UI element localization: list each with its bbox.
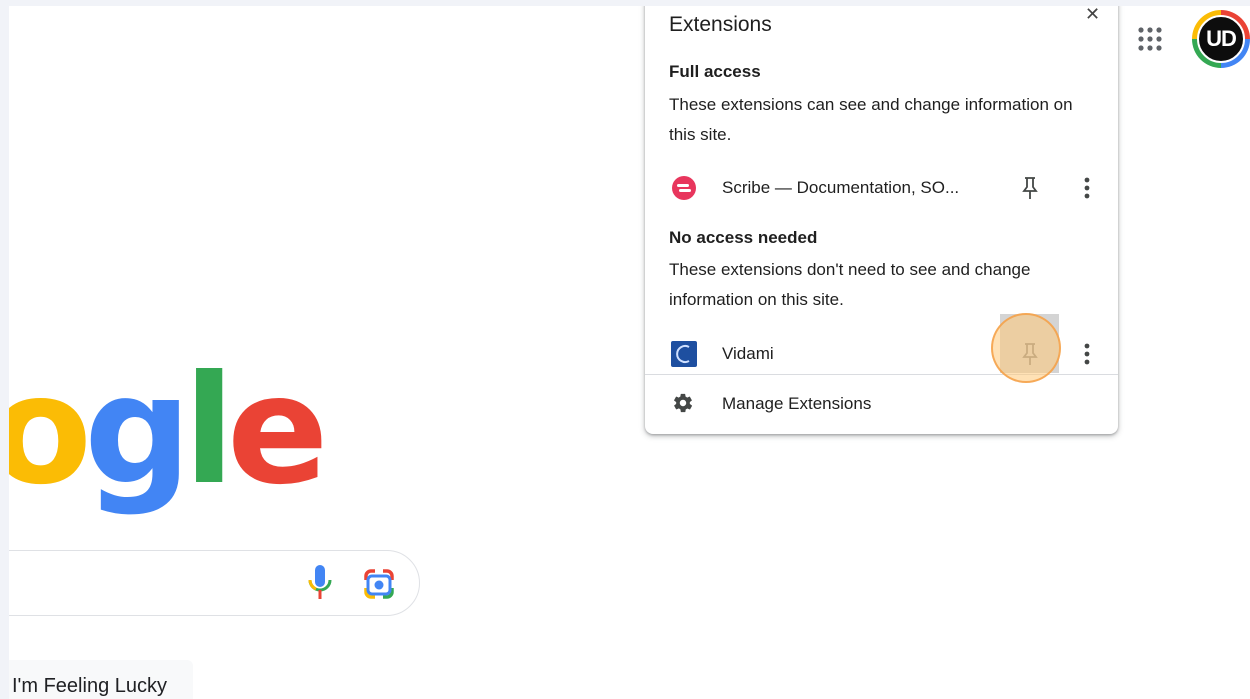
- logo-letter-o: o: [9, 344, 92, 518]
- gear-icon: [674, 393, 693, 413]
- extension-row-vidami[interactable]: Vidami: [645, 329, 1118, 379]
- no-access-heading: No access needed: [669, 228, 818, 247]
- extension-name: Scribe — Documentation, SO...: [722, 178, 960, 197]
- apps-grid-icon[interactable]: [1137, 26, 1163, 52]
- extension-row-scribe[interactable]: Scribe — Documentation, SO...: [645, 163, 1118, 213]
- logo-letter-e: e: [226, 344, 329, 518]
- more-options-icon[interactable]: [1077, 339, 1097, 369]
- feeling-lucky-button[interactable]: I'm Feeling Lucky: [9, 660, 193, 699]
- popup-title: Extensions: [669, 13, 772, 36]
- vidami-icon: [671, 341, 697, 367]
- close-icon[interactable]: ✕: [1085, 6, 1100, 25]
- google-lens-icon[interactable]: [363, 568, 395, 600]
- full-access-heading: Full access: [669, 62, 761, 81]
- scribe-icon: [672, 176, 696, 200]
- manage-extensions-label: Manage Extensions: [722, 394, 872, 413]
- extensions-popup: Extensions ✕ Full access These extension…: [645, 6, 1118, 434]
- no-access-description: These extensions don't need to see and c…: [669, 260, 1031, 309]
- account-avatar[interactable]: UD: [1192, 10, 1250, 68]
- extension-name: Vidami: [722, 344, 774, 363]
- pin-icon[interactable]: [1019, 341, 1041, 367]
- google-homepage: UD ogle I'm Feeling Lucky Extensions ✕ F…: [9, 6, 1250, 699]
- microphone-icon[interactable]: [306, 562, 334, 602]
- avatar-initials: UD: [1197, 15, 1245, 63]
- pin-icon[interactable]: [1019, 175, 1041, 201]
- full-access-description: These extensions can see and change info…: [669, 95, 1073, 144]
- manage-extensions-button[interactable]: Manage Extensions: [645, 374, 1118, 434]
- more-options-icon[interactable]: [1077, 173, 1097, 203]
- logo-letter-l: l: [183, 344, 235, 518]
- google-logo: ogle: [9, 356, 329, 506]
- logo-letter-g: g: [84, 344, 191, 518]
- search-box[interactable]: [9, 550, 420, 616]
